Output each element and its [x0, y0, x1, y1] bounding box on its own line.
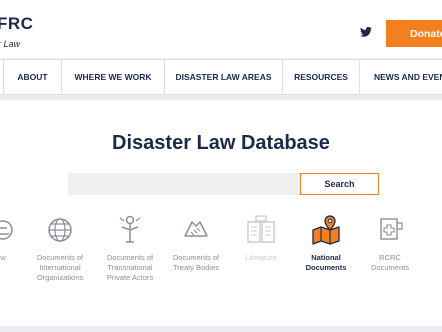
- category-law-documents[interactable]: w: [0, 214, 33, 263]
- category-label: w: [0, 253, 6, 262]
- category-label: National Documents: [305, 253, 347, 272]
- category-label: Documents of Transnational Private Actor…: [106, 253, 154, 282]
- category-national-documents[interactable]: National Documents: [296, 214, 356, 273]
- nav-item-news-and-events[interactable]: NEWS AND EVEN: [360, 60, 442, 94]
- category-label: Literature: [245, 253, 277, 262]
- logo-subtitle: r Law: [0, 39, 21, 49]
- category-label: Documents of Treaty Bodies: [172, 253, 220, 272]
- nav-item-disaster-law-areas[interactable]: DISASTER LAW AREAS: [165, 60, 282, 94]
- category-transnational-private-actors[interactable]: Documents of Transnational Private Actor…: [100, 214, 160, 283]
- category-treaty-bodies[interactable]: Documents of Treaty Bodies: [166, 214, 226, 273]
- logo[interactable]: FRC: [0, 14, 33, 34]
- category-label: RCRC Documents: [371, 253, 409, 272]
- category-partial[interactable]: [430, 214, 442, 246]
- red-cross-document-icon: [380, 218, 403, 240]
- partial-icon: [433, 214, 442, 246]
- nav-item-resources[interactable]: RESOURCES: [283, 60, 359, 94]
- main-nav: ABOUT WHERE WE WORK DISASTER LAW AREAS R…: [0, 59, 442, 95]
- nav-item-where-we-work[interactable]: WHERE WE WORK: [62, 60, 164, 94]
- page-title: Disaster Law Database: [112, 132, 330, 154]
- donate-button[interactable]: Donate: [386, 20, 442, 47]
- twitter-icon[interactable]: [360, 27, 372, 37]
- category-rcrc-documents[interactable]: RCRC Documents: [360, 214, 420, 273]
- search-input[interactable]: [68, 173, 300, 195]
- category-literature[interactable]: Literature: [231, 214, 291, 263]
- handshake-icon: [184, 221, 208, 237]
- category-international-organizations[interactable]: Documents of International Organizations: [30, 214, 90, 283]
- search-button[interactable]: Search: [300, 173, 379, 195]
- law-document-icon: [0, 220, 13, 240]
- book-icon: [247, 215, 275, 243]
- globe-icon: [48, 218, 72, 242]
- category-label: Documents of International Organizations: [36, 253, 84, 282]
- person-icon: [119, 215, 141, 243]
- nav-item-about[interactable]: ABOUT: [4, 60, 61, 94]
- map-pin-icon: [312, 215, 340, 245]
- site-header: FRC r Law Donate: [0, 0, 442, 58]
